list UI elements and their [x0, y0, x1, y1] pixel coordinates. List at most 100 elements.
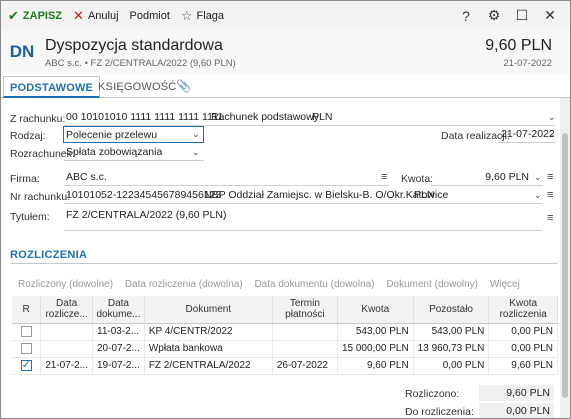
toolbar: ✔ ZAPISZ ✕ Anuluj Podmiot ☆ Flaga ? ⚙ ☐ … — [1, 1, 570, 30]
filter-document-date[interactable]: Data dokumentu (dowolna) — [254, 279, 374, 290]
settled-amount-cell[interactable]: 9,60 PLN — [488, 357, 558, 375]
amount-cell: 15 000,00 PLN — [337, 340, 414, 358]
chevron-down-icon[interactable]: ⌄ — [548, 112, 556, 123]
gear-icon[interactable]: ⚙ — [482, 7, 506, 24]
subject-label: Podmiot — [129, 9, 170, 22]
column-header[interactable]: Data rozlicze... — [40, 296, 93, 324]
menu-icon[interactable]: ≡ — [381, 171, 387, 183]
amount-cell: 543,00 PLN — [337, 323, 414, 341]
from-account-select[interactable]: 00 10101010 1111 1111 1111 1111 Rachunek… — [64, 109, 555, 126]
settle-checkbox[interactable] — [20, 342, 32, 354]
settled-amount-cell[interactable]: 0,00 PLN — [488, 340, 558, 358]
help-icon[interactable]: ? — [454, 8, 478, 24]
account-number-value: 10101052-122345456789456123 — [66, 189, 222, 201]
from-account-label: Z rachunku: — [10, 113, 66, 125]
settle-checkbox-checked[interactable]: ✓ — [20, 359, 32, 371]
dispatch-window: ✔ ZAPISZ ✕ Anuluj Podmiot ☆ Flaga ? ⚙ ☐ … — [0, 0, 571, 419]
filter-more[interactable]: Więcej — [490, 279, 520, 290]
amount-field[interactable]: 9,60 PLN — [431, 169, 543, 186]
settlement-select[interactable]: Spłata zobowiązania — [64, 144, 204, 161]
settled-total-label: Rozliczono: — [405, 388, 460, 400]
table-row[interactable]: ✓ 21-07-2... 19-07-2... FZ 2/CENTRALA/20… — [12, 357, 558, 375]
flag-button[interactable]: ☆ Flaga — [177, 5, 228, 27]
chevron-down-icon[interactable]: ⌄ — [192, 129, 200, 140]
flag-label: Flaga — [196, 9, 225, 22]
remaining-cell: 13 960,73 PLN — [413, 340, 490, 358]
filter-bar: Rozliczony (dowolne) Data rozliczenia (d… — [18, 279, 529, 290]
menu-icon[interactable]: ≡ — [547, 212, 553, 224]
title-label: Tytułem: — [10, 211, 50, 223]
type-label: Rodzaj: — [10, 130, 46, 142]
column-header[interactable]: Data dokume... — [92, 296, 145, 324]
due-date-cell — [272, 323, 338, 341]
checkmark-icon: ✔ — [8, 7, 19, 23]
filter-settled[interactable]: Rozliczony (dowolne) — [18, 279, 113, 290]
column-header[interactable]: Pozostało — [413, 296, 490, 324]
star-icon: ☆ — [180, 7, 193, 23]
paperclip-icon[interactable]: 📎 — [176, 79, 191, 93]
settled-total-value: 9,60 PLN — [479, 385, 554, 401]
filter-document[interactable]: Dokument (dowolny) — [386, 279, 478, 290]
due-date-cell — [272, 340, 338, 358]
filter-settlement-date[interactable]: Data rozliczenia (dowolna) — [125, 279, 243, 290]
due-date-cell: 26-07-2022 — [272, 357, 338, 375]
from-account-number: 00 10101010 1111 1111 1111 1111 — [66, 111, 224, 123]
cancel-button[interactable]: ✕ Anuluj — [69, 5, 122, 27]
menu-icon[interactable]: ≡ — [547, 189, 553, 201]
document-subtitle: ABC s.c. • FZ 2/CENTRALA/2022 (9,60 PLN) — [45, 58, 236, 69]
document-type-badge: DN — [9, 42, 35, 61]
save-label: ZAPISZ — [22, 9, 63, 22]
document-header: DN Dyspozycja standardowa ABC s.c. • FZ … — [1, 30, 570, 74]
maximize-icon[interactable]: ☐ — [510, 7, 534, 24]
document-date-cell: 20-07-2... — [92, 340, 145, 358]
column-header[interactable]: Kwota — [337, 296, 414, 324]
settlements-section-title: ROZLICZENIA — [10, 249, 88, 261]
account-currency: PLN — [414, 189, 435, 201]
table-row[interactable]: 20-07-2... Wpłata bankowa 15 000,00 PLN … — [12, 340, 558, 358]
settlement-date-cell: 21-07-2... — [40, 357, 93, 375]
settle-checkbox[interactable] — [20, 325, 32, 337]
document-date-cell: 19-07-2... — [92, 357, 145, 375]
account-number-label: Nr rachunku: — [10, 191, 71, 203]
chevron-down-icon[interactable]: ⌄ — [534, 190, 542, 201]
window-controls: ? ⚙ ☐ ✕ — [450, 1, 562, 30]
cancel-label: Anuluj — [87, 9, 119, 22]
section-divider — [10, 263, 558, 264]
close-icon: ✕ — [73, 7, 84, 23]
chevron-down-icon[interactable]: ⌄ — [548, 129, 556, 140]
remaining-cell: 0,00 PLN — [413, 357, 490, 375]
chevron-down-icon[interactable]: ⌄ — [534, 172, 542, 183]
column-header[interactable]: R — [12, 296, 42, 324]
column-header[interactable]: Dokument — [144, 296, 273, 324]
menu-icon[interactable]: ≡ — [547, 171, 553, 183]
settled-amount-cell[interactable]: 0,00 PLN — [488, 323, 558, 341]
save-button[interactable]: ✔ ZAPISZ — [4, 5, 66, 27]
company-label: Firma: — [10, 173, 40, 185]
from-account-name: Rachunek podstawowy — [211, 111, 319, 123]
column-header[interactable]: Kwota rozliczenia — [488, 296, 558, 324]
document-cell: FZ 2/CENTRALA/2022 — [144, 357, 273, 375]
vertical-scrollbar[interactable] — [560, 98, 570, 418]
tab-podstawowe[interactable]: PODSTAWOWE — [3, 76, 101, 98]
chevron-down-icon[interactable]: ⌄ — [192, 147, 200, 158]
document-amount: 9,60 PLN — [485, 37, 552, 54]
close-window-icon[interactable]: ✕ — [538, 7, 562, 24]
title-field[interactable]: FZ 2/CENTRALA/2022 (9,60 PLN) — [64, 207, 542, 231]
settlement-date-cell — [40, 340, 93, 358]
company-field[interactable]: ABC s.c. — [64, 169, 389, 186]
settlements-table: R Data rozlicze... Data dokume... Dokume… — [12, 296, 558, 375]
table-row[interactable]: 11-03-2... KP 4/CENTR/2022 543,00 PLN 54… — [12, 323, 558, 341]
from-account-currency: PLN — [312, 111, 333, 123]
document-cell: KP 4/CENTR/2022 — [144, 323, 273, 341]
type-select[interactable]: Polecenie przelewu — [63, 126, 204, 143]
account-number-field[interactable]: 10101052-122345456789456123 NBP Oddział … — [64, 187, 542, 204]
document-date: 21-07-2022 — [503, 58, 552, 69]
scrollbar-thumb[interactable] — [562, 133, 568, 398]
document-cell: Wpłata bankowa — [144, 340, 273, 358]
amount-cell: 9,60 PLN — [337, 357, 414, 375]
page-title: Dyspozycja standardowa — [45, 37, 223, 54]
tab-ksiegowosc[interactable]: KSIĘGOWOŚĆ — [92, 76, 182, 98]
column-header[interactable]: Termin płatności — [272, 296, 338, 324]
table-header-row: R Data rozlicze... Data dokume... Dokume… — [12, 296, 558, 324]
subject-button[interactable]: Podmiot — [126, 5, 174, 27]
